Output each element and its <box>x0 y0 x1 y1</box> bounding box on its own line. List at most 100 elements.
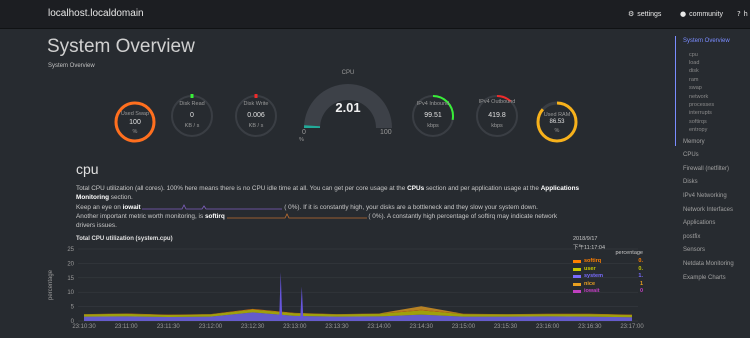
x-tick-label: 23:16:30 <box>578 324 602 330</box>
cpu-gauge[interactable]: CPU 2.01 0 100 % <box>296 70 400 143</box>
ipv4-inbound-gauge[interactable]: IPv4 Inbound 99.51 kbps <box>410 93 456 139</box>
used-ram-gauge[interactable]: Used RAM 86.53 % <box>535 100 579 144</box>
sidenav-active-indicator <box>675 36 676 146</box>
legend-unit: percentage <box>615 250 643 256</box>
x-tick-label: 23:12:30 <box>241 324 265 330</box>
sidenav-item-example-charts[interactable]: Example Charts <box>683 275 726 281</box>
softirq-line: Another important metric worth monitorin… <box>76 213 558 220</box>
sidenav-item-network[interactable]: network <box>689 94 708 100</box>
legend-value: 0 <box>639 288 643 294</box>
legend-name: system <box>584 273 603 279</box>
sidenav-item-postfix[interactable]: postfix <box>683 234 700 240</box>
cpus-link[interactable]: CPUs <box>407 185 424 192</box>
softirq-text-a: Another important metric worth monitorin… <box>76 213 205 220</box>
legend-item-softirq[interactable]: softirq 0. <box>573 258 645 266</box>
x-tick-label: 23:16:00 <box>536 324 560 330</box>
sidenav-item-cpu[interactable]: cpu <box>689 52 698 58</box>
sidenav-item-netdata-monitoring[interactable]: Netdata Monitoring <box>683 261 734 267</box>
page-title: System Overview <box>47 36 195 57</box>
used-ram-label: Used RAM <box>543 112 571 118</box>
ipv4-outbound-unit: kbps <box>491 123 503 129</box>
help-link[interactable]: ? h <box>737 10 748 18</box>
sidenav-item-sensors[interactable]: Sensors <box>683 247 705 253</box>
x-tick-label: 23:13:30 <box>325 324 349 330</box>
sidenav-item-system-overview[interactable]: System Overview <box>683 38 730 44</box>
area-iowait <box>84 306 632 315</box>
legend-rows: softirq 0. user 0. system 1. nice 1 iowait 0 <box>573 258 645 296</box>
applications-link[interactable]: Applications <box>541 185 579 192</box>
ipv4-inbound-unit: kbps <box>427 123 439 129</box>
legend-date: 2018/9/17 <box>573 236 598 242</box>
cpu-chart-title: Total CPU utilization (system.cpu) <box>76 236 173 242</box>
sidenav-item-entropy[interactable]: entropy <box>689 127 707 133</box>
softirq-text-e: drivers issues. <box>76 222 117 229</box>
legend-item-iowait[interactable]: iowait 0 <box>573 288 645 296</box>
sidenav-item-network-interfaces[interactable]: Network Interfaces <box>683 207 733 213</box>
legend-value: 1 <box>639 280 643 287</box>
legend-item-user[interactable]: user 0. <box>573 266 645 274</box>
ipv4-inbound-label: IPv4 Inbound <box>416 101 450 107</box>
area-user <box>84 309 632 318</box>
gear-icon: ⚙ <box>628 10 635 18</box>
sidenav-item-applications[interactable]: Applications <box>683 220 715 226</box>
iowait-value: 0% <box>288 204 298 211</box>
cpu-gauge-unit: % <box>299 137 304 143</box>
cpu-utilization-chart[interactable]: 0 5 10 15 20 25 23:10:30 23:11:00 23:11:30 23:12:… <box>44 244 650 334</box>
used-ram-value: 86.53 <box>549 119 565 125</box>
x-tick-label: 23:14:30 <box>410 324 434 330</box>
x-tick-label: 23:13:00 <box>283 324 307 330</box>
legend-item-nice[interactable]: nice 1 <box>573 281 645 289</box>
x-tick-label: 23:15:30 <box>494 324 518 330</box>
brand-hostname[interactable]: localhost.localdomain <box>48 8 144 19</box>
disk-read-gauge[interactable]: Disk Read 0 KB / s <box>169 93 215 139</box>
github-icon: ● <box>680 10 687 18</box>
x-tick-label: 23:10:30 <box>72 324 96 330</box>
softirq-text-d: ). A constantly high percentage of softi… <box>381 213 558 220</box>
x-tick-label: 23:15:00 <box>452 324 476 330</box>
disk-read-value: 0 <box>190 112 194 119</box>
iowait-line: Keep an eye on iowait ( 0%). If it is co… <box>76 204 538 211</box>
page-subtitle: System Overview <box>48 63 95 69</box>
softirq-keyword: softirq <box>204 213 225 220</box>
sidenav-item-ram[interactable]: ram <box>689 77 698 83</box>
settings-link[interactable]: ⚙ settings <box>628 10 661 18</box>
x-tick-label: 23:11:30 <box>157 324 181 330</box>
used-swap-gauge[interactable]: Used Swap 100 % <box>113 100 157 144</box>
softirq-line2: drivers issues. <box>76 221 117 230</box>
disk-write-gauge[interactable]: Disk Write 0.006 KB / s <box>233 93 279 139</box>
legend-swatch <box>573 267 581 271</box>
sidenav-item-firewall-netfilter[interactable]: Firewall (netfilter) <box>683 166 729 172</box>
cpu-chart-legend: 2018/9/17 下午11:17:04 percentage softirq 0… <box>573 236 645 296</box>
sidenav-item-cpus[interactable]: CPUs <box>683 152 699 158</box>
sidenav-item-load[interactable]: load <box>689 60 699 66</box>
legend-name: user <box>584 265 596 272</box>
iowait-text-d: ). If it is constantly high, your disks … <box>297 204 538 211</box>
sidenav-item-disks[interactable]: Disks <box>683 179 698 185</box>
area-nice <box>84 306 632 315</box>
cpu-gauge-label: CPU <box>341 70 355 76</box>
iowait-sparkline <box>142 204 283 210</box>
disk-write-value: 0.006 <box>247 112 265 119</box>
community-link[interactable]: ● community <box>680 10 723 18</box>
sidenav-item-interrupts[interactable]: interrupts <box>689 110 712 116</box>
sidenav-item-processes[interactable]: processes <box>689 102 714 108</box>
cpu-intro-text-c: section. <box>109 194 133 201</box>
sidenav-item-swap[interactable]: swap <box>689 85 702 91</box>
legend-swatch <box>573 275 581 278</box>
y-axis-label: percentage <box>48 269 54 300</box>
help-label: h <box>743 11 748 18</box>
softirq-sparkline <box>226 213 367 219</box>
legend-name: iowait <box>584 288 600 294</box>
y-tick-label: 5 <box>71 305 75 311</box>
y-tick-label: 20 <box>67 261 74 267</box>
x-tick-label: 23:14:00 <box>367 324 391 330</box>
sidenav-item-memory[interactable]: Memory <box>683 139 705 145</box>
sidenav-item-ipv4-networking[interactable]: IPv4 Networking <box>683 193 727 199</box>
sidenav-item-softirqs[interactable]: softirqs <box>689 119 707 125</box>
x-tick-label: 23:12:00 <box>199 324 223 330</box>
sidenav-item-disk[interactable]: disk <box>689 68 699 74</box>
y-tick-label: 15 <box>67 276 74 282</box>
monitoring-link[interactable]: Monitoring <box>76 194 109 201</box>
ipv4-outbound-gauge[interactable]: IPv4 Outbound 419.8 kbps <box>474 93 520 139</box>
legend-item-system[interactable]: system 1. <box>573 273 645 281</box>
